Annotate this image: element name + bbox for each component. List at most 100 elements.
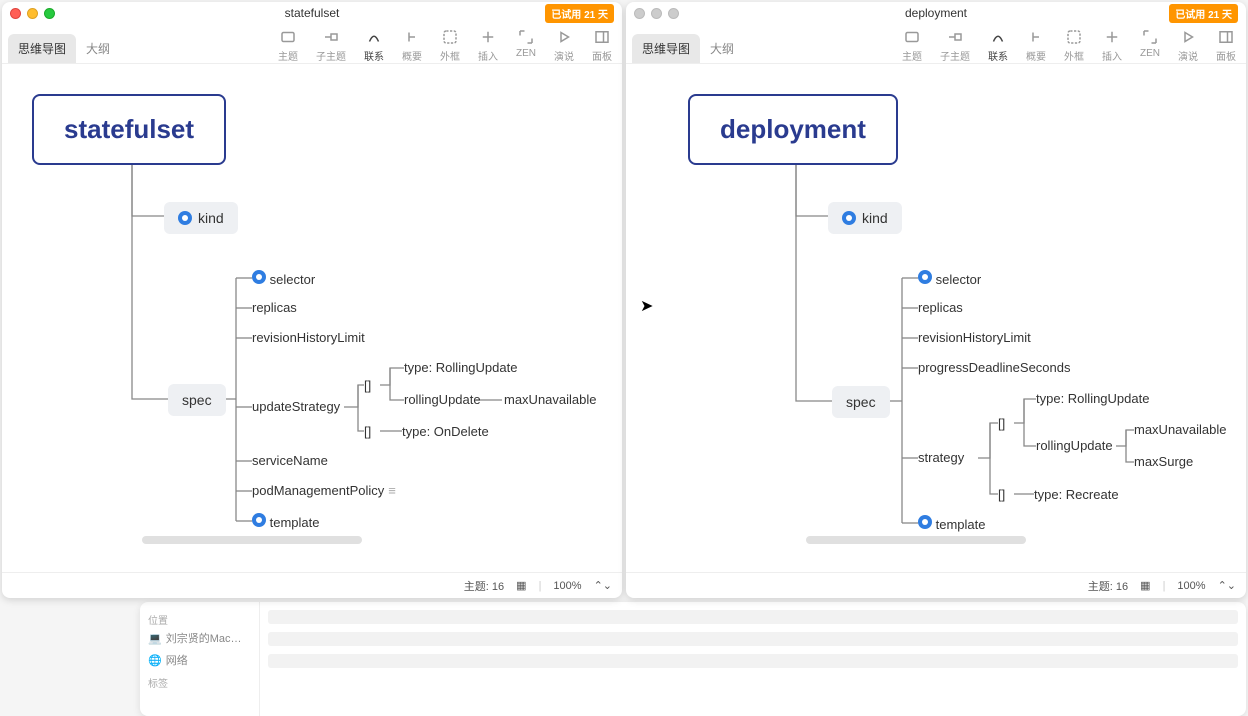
sidebar-item-network[interactable]: 🌐 网络 xyxy=(148,649,251,671)
topic-count: 主题: 16 xyxy=(464,578,504,594)
topic-count: 主题: 16 xyxy=(1088,578,1128,594)
btn-zen[interactable]: ZEN xyxy=(516,28,536,63)
link-icon xyxy=(842,211,856,225)
node-replicas[interactable]: replicas xyxy=(918,300,963,315)
node-progressDeadlineSeconds[interactable]: progressDeadlineSeconds xyxy=(918,360,1070,375)
tab-mindmap[interactable]: 思维导图 xyxy=(632,34,700,63)
btn-boundary[interactable]: 外框 xyxy=(440,28,460,63)
btn-relation[interactable]: 联系 xyxy=(988,28,1008,63)
btn-subtopic[interactable]: 子主题 xyxy=(316,28,346,63)
btn-panel[interactable]: 面板 xyxy=(592,28,612,63)
root-node[interactable]: deployment xyxy=(688,94,898,165)
node-maxSurge[interactable]: maxSurge xyxy=(1134,454,1193,469)
node-us-item1-rolling[interactable]: rollingUpdate xyxy=(404,392,481,407)
close-icon[interactable] xyxy=(634,8,645,19)
hscroll-right[interactable] xyxy=(806,536,1026,544)
node-maxUnavailable[interactable]: maxUnavailable xyxy=(504,392,597,407)
node-replicas[interactable]: replicas xyxy=(252,300,297,315)
node-s-item1-rolling[interactable]: rollingUpdate xyxy=(1036,438,1113,453)
node-spec[interactable]: spec xyxy=(168,384,226,416)
zoom-level: 100% xyxy=(553,580,581,592)
finder-sidebar: 位置 💻 刘宗贤的Mac… 🌐 网络 标签 xyxy=(140,602,260,716)
root-node[interactable]: statefulset xyxy=(32,94,226,165)
titlebar-left: statefulset 已试用 21 天 xyxy=(2,2,622,24)
minimize-icon[interactable] xyxy=(651,8,662,19)
statusbar-left: 主题: 16 ▦ | 100% ⌃⌄ xyxy=(2,572,622,598)
link-icon xyxy=(252,513,266,527)
node-maxUnavailable[interactable]: maxUnavailable xyxy=(1134,422,1227,437)
btn-summary[interactable]: 概要 xyxy=(402,28,422,63)
node-s-item1-type[interactable]: type: RollingUpdate xyxy=(1036,391,1149,406)
list-item[interactable] xyxy=(268,632,1238,646)
canvas-left[interactable]: statefulset kind spec selector replicas … xyxy=(2,64,622,572)
window-title: deployment xyxy=(905,6,967,20)
traffic-lights-inactive xyxy=(634,8,679,19)
hscroll-left[interactable] xyxy=(142,536,362,544)
node-strategy[interactable]: strategy xyxy=(918,450,964,465)
link-icon xyxy=(178,211,192,225)
btn-topic[interactable]: 主题 xyxy=(278,28,298,63)
map-icon[interactable]: ▦ xyxy=(516,579,526,592)
close-icon[interactable] xyxy=(10,8,21,19)
node-kind[interactable]: kind xyxy=(164,202,238,234)
finder-content[interactable] xyxy=(260,602,1246,716)
finder-window: 位置 💻 刘宗贤的Mac… 🌐 网络 标签 xyxy=(140,602,1246,716)
zoom-stepper-icon[interactable]: ⌃⌄ xyxy=(594,579,612,592)
node-s-item2-type[interactable]: type: Recreate xyxy=(1034,487,1119,502)
btn-topic[interactable]: 主题 xyxy=(902,28,922,63)
btn-insert[interactable]: 插入 xyxy=(478,28,498,63)
note-icon: ≡ xyxy=(388,483,396,498)
node-us-item2-type[interactable]: type: OnDelete xyxy=(402,424,489,439)
btn-relation[interactable]: 联系 xyxy=(364,28,384,63)
btn-insert[interactable]: 插入 xyxy=(1102,28,1122,63)
btn-subtopic[interactable]: 子主题 xyxy=(940,28,970,63)
link-icon xyxy=(918,270,932,284)
list-item[interactable] xyxy=(268,654,1238,668)
node-revisionHistoryLimit[interactable]: revisionHistoryLimit xyxy=(252,330,365,345)
maximize-icon[interactable] xyxy=(44,8,55,19)
sidebar-header-location: 位置 xyxy=(148,612,251,627)
btn-summary[interactable]: 概要 xyxy=(1026,28,1046,63)
view-tabs: 思维导图 大纲 主题 子主题 联系 概要 外框 插入 ZEN 演说 面板 xyxy=(626,24,1246,64)
node-podManagementPolicy[interactable]: podManagementPolicy≡ xyxy=(252,483,396,498)
sidebar-item-mac[interactable]: 💻 刘宗贤的Mac… xyxy=(148,627,251,649)
node-template[interactable]: template xyxy=(252,513,320,530)
node-template[interactable]: template xyxy=(918,515,986,532)
titlebar-right: deployment 已试用 21 天 xyxy=(626,2,1246,24)
link-icon xyxy=(918,515,932,529)
node-spec[interactable]: spec xyxy=(832,386,890,418)
node-selector[interactable]: selector xyxy=(918,270,981,287)
node-s-item1[interactable]: [] xyxy=(998,416,1005,431)
view-tabs: 思维导图 大纲 主题 子主题 联系 概要 外框 插入 ZEN 演说 面板 xyxy=(2,24,622,64)
node-selector[interactable]: selector xyxy=(252,270,315,287)
zoom-stepper-icon[interactable]: ⌃⌄ xyxy=(1218,579,1236,592)
tab-outline[interactable]: 大纲 xyxy=(76,34,120,63)
trial-badge[interactable]: 已试用 21 天 xyxy=(1169,4,1238,23)
btn-present[interactable]: 演说 xyxy=(1178,28,1198,63)
btn-present[interactable]: 演说 xyxy=(554,28,574,63)
trial-badge[interactable]: 已试用 21 天 xyxy=(545,4,614,23)
tab-outline[interactable]: 大纲 xyxy=(700,34,744,63)
node-us-item1-type[interactable]: type: RollingUpdate xyxy=(404,360,517,375)
node-revisionHistoryLimit[interactable]: revisionHistoryLimit xyxy=(918,330,1031,345)
list-item[interactable] xyxy=(268,610,1238,624)
node-serviceName[interactable]: serviceName xyxy=(252,453,328,468)
link-icon xyxy=(252,270,266,284)
btn-boundary[interactable]: 外框 xyxy=(1064,28,1084,63)
canvas-right[interactable]: deployment kind spec selector replicas r… xyxy=(626,64,1246,572)
traffic-lights xyxy=(10,8,55,19)
node-updateStrategy[interactable]: updateStrategy xyxy=(252,399,340,414)
map-icon[interactable]: ▦ xyxy=(1140,579,1150,592)
pane-statefulset: statefulset 已试用 21 天 思维导图 大纲 主题 子主题 联系 概… xyxy=(2,2,622,598)
btn-zen[interactable]: ZEN xyxy=(1140,28,1160,63)
node-us-item1[interactable]: [] xyxy=(364,378,371,393)
pane-deployment: deployment 已试用 21 天 思维导图 大纲 主题 子主题 联系 概要… xyxy=(626,2,1246,598)
minimize-icon[interactable] xyxy=(27,8,38,19)
node-kind[interactable]: kind xyxy=(828,202,902,234)
maximize-icon[interactable] xyxy=(668,8,679,19)
tab-mindmap[interactable]: 思维导图 xyxy=(8,34,76,63)
node-us-item2[interactable]: [] xyxy=(364,424,371,439)
node-s-item2[interactable]: [] xyxy=(998,487,1005,502)
window-title: statefulset xyxy=(285,6,340,20)
btn-panel[interactable]: 面板 xyxy=(1216,28,1236,63)
